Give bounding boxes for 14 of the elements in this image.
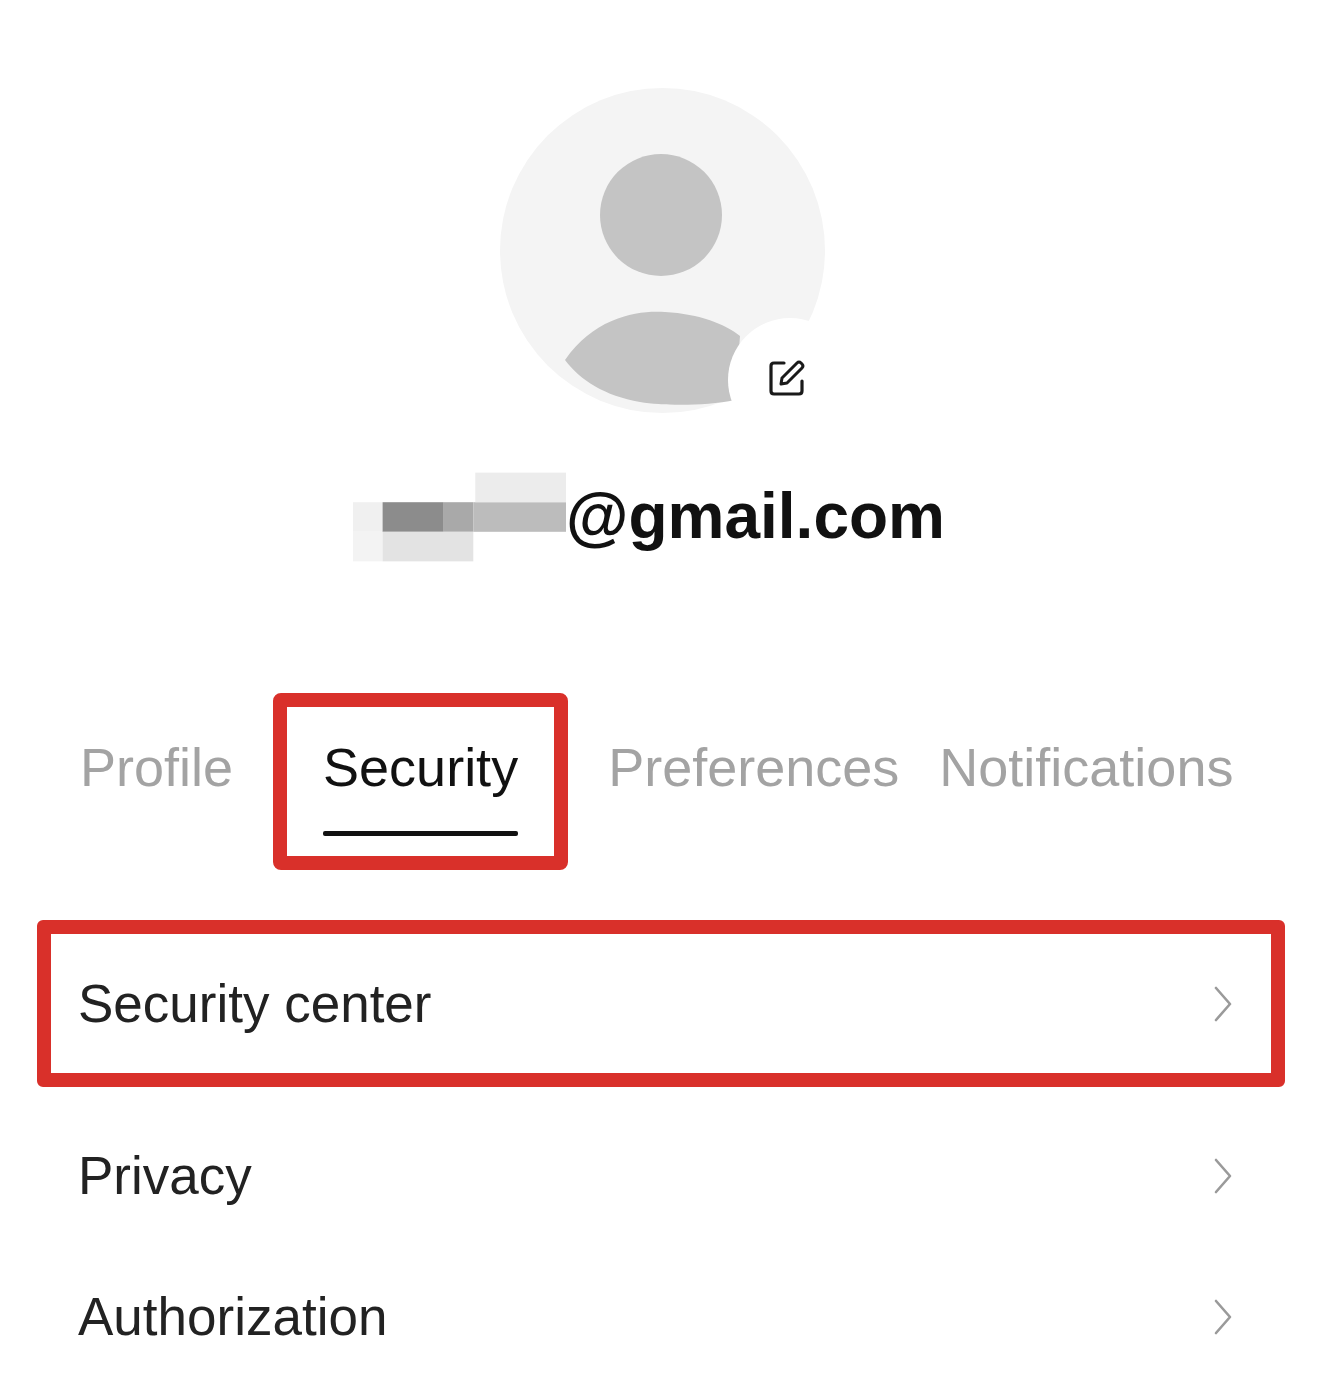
row-label: Privacy [78, 1145, 252, 1208]
email-address: @gmail.com [566, 480, 945, 554]
tab[interactable]: Security [273, 693, 569, 870]
edit-icon [767, 358, 807, 398]
row-label: Authorization [78, 1286, 388, 1348]
edit-avatar-button[interactable] [767, 358, 807, 398]
chevron-right-icon [1214, 1298, 1232, 1335]
avatar-silhouette-icon [500, 88, 825, 413]
settings-row[interactable]: Authorization [37, 1265, 1285, 1369]
chevron-right-icon [1214, 985, 1232, 1022]
chevron-right-icon [1214, 1158, 1232, 1195]
settings-row[interactable]: Security center [37, 919, 1285, 1088]
row-label: Security center [78, 972, 432, 1035]
settings-row[interactable]: Privacy [37, 1124, 1285, 1228]
